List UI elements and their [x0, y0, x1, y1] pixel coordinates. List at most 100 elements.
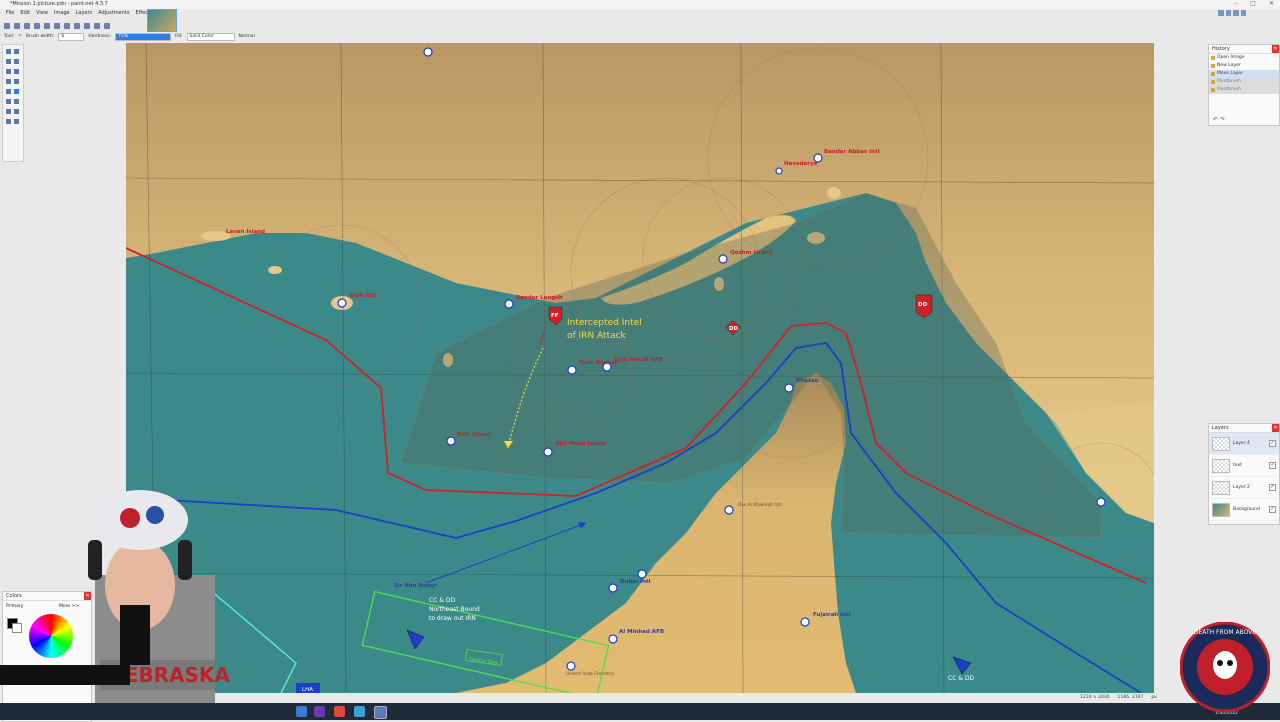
history-item[interactable]: New Layer [1209, 62, 1279, 70]
dd-label-1: DD [729, 326, 739, 332]
paintbrush-icon[interactable]: ✎ [18, 34, 22, 39]
explorer-icon[interactable] [354, 706, 365, 717]
menu-file[interactable]: File [6, 10, 14, 20]
open-icon[interactable] [14, 23, 20, 29]
history-undo-redo: ↶ ↷ [1213, 116, 1225, 123]
cut-icon[interactable] [44, 23, 50, 29]
open-image-icon [1211, 56, 1215, 60]
ff-label: FF [551, 313, 559, 319]
menu-adjustments[interactable]: Adjustments [98, 10, 129, 20]
visibility-checkbox[interactable]: ✓ [1269, 462, 1276, 469]
tools-toggle-icon[interactable] [1218, 10, 1224, 16]
visibility-checkbox[interactable]: ✓ [1269, 506, 1276, 513]
menu-view[interactable]: View [36, 10, 48, 20]
visibility-checkbox[interactable]: ✓ [1269, 484, 1276, 491]
windows-start-icon[interactable] [296, 706, 307, 717]
copy-icon[interactable] [54, 23, 60, 29]
layer-thumbnail [1212, 481, 1230, 495]
gradient-icon[interactable] [14, 79, 19, 84]
layers-header: Layers ✕ [1209, 424, 1279, 433]
paint-bucket-icon[interactable] [6, 79, 11, 84]
headphones-right [178, 540, 192, 580]
history-item[interactable]: Move Layer [1209, 70, 1279, 78]
history-item-label: Paintbrush [1217, 79, 1241, 84]
clone-stamp-icon[interactable] [14, 99, 19, 104]
layer-row[interactable]: Layer 4 ✓ [1209, 433, 1279, 455]
kish-label: Kish Intl [350, 293, 376, 299]
history-item[interactable]: Open Image [1209, 54, 1279, 62]
eraser-icon[interactable] [6, 89, 11, 94]
menu-layers[interactable]: Layers [76, 10, 93, 20]
menu-edit[interactable]: Edit [20, 10, 30, 20]
cc-dd-line-1: CC & DD [429, 597, 455, 604]
image-tab-thumbnail[interactable] [147, 9, 177, 32]
minimize-button[interactable]: – [1234, 0, 1237, 9]
move-icon[interactable] [14, 49, 19, 54]
paintbrush-tool-icon[interactable] [14, 89, 19, 94]
grid-icon[interactable] [104, 23, 110, 29]
text-icon[interactable] [14, 109, 19, 114]
units-select[interactable]: px [1151, 695, 1157, 703]
undo-icon[interactable] [84, 23, 90, 29]
new-icon[interactable] [4, 23, 10, 29]
move-selection-icon[interactable] [6, 49, 11, 54]
brush-width-field[interactable]: 6 [58, 32, 85, 41]
layer-row[interactable]: Background ✓ [1209, 499, 1279, 521]
layer-row[interactable]: text ✓ [1209, 455, 1279, 477]
havadarya-label: Havadarya [784, 161, 818, 167]
close-window-button[interactable]: ✕ [1269, 0, 1274, 9]
move-layer-icon [1211, 72, 1215, 76]
maximize-button[interactable]: □ [1250, 0, 1256, 9]
layers-toggle-icon[interactable] [1233, 10, 1239, 16]
history-item-label: New Layer [1217, 63, 1241, 68]
recolor-icon[interactable] [6, 109, 11, 114]
pan-icon[interactable] [14, 69, 19, 74]
window-controls: – □ ✕ [1234, 0, 1274, 9]
qeshm-label: Qeshm Island [730, 250, 772, 256]
shapes-icon[interactable] [14, 119, 19, 124]
history-toggle-icon[interactable] [1225, 10, 1231, 16]
obs-icon[interactable] [314, 706, 325, 717]
line-icon[interactable] [6, 119, 11, 124]
tunb-afb-label: Tunb Island AFB [613, 357, 663, 363]
history-header: History ✕ [1209, 45, 1279, 54]
undo-icon[interactable]: ↶ [1213, 116, 1218, 123]
menu-image[interactable]: Image [54, 10, 70, 20]
zoom-icon[interactable] [6, 69, 11, 74]
layer-thumbnail [1212, 503, 1230, 517]
chrome-icon[interactable] [334, 706, 345, 717]
pencil-icon[interactable] [6, 99, 11, 104]
ras-al-khaimah-label: Ras Al Khaimah Intl [738, 502, 782, 508]
lasso-icon[interactable] [6, 59, 11, 64]
history-item-label: Open Image [1217, 55, 1245, 60]
layer-name: Layer 4 [1233, 441, 1250, 446]
lha-label: LHA [302, 687, 313, 693]
hardness-slider[interactable]: 75% [115, 32, 171, 41]
history-item[interactable]: Paintbrush [1209, 86, 1279, 94]
colors-toggle-icon[interactable] [1240, 10, 1246, 16]
close-icon[interactable]: ✕ [1272, 45, 1279, 53]
paintnet-taskbar-icon[interactable] [374, 706, 387, 719]
fill-label: Fill: [175, 34, 183, 39]
intel-line-1: Intercepted Intel [567, 318, 642, 328]
print-icon[interactable] [34, 23, 40, 29]
skull-icon [1213, 651, 1237, 679]
save-icon[interactable] [24, 23, 30, 29]
layer-name: Background [1233, 507, 1260, 512]
magic-wand-icon[interactable] [14, 59, 19, 64]
cap [92, 490, 188, 550]
fujairah-label: Fujairah Intl [813, 612, 851, 618]
redo-icon[interactable] [94, 23, 100, 29]
crop-icon[interactable] [74, 23, 80, 29]
new-layer-icon [1211, 64, 1215, 68]
history-panel: History ✕ Open Image New Layer Move Laye… [1208, 44, 1280, 126]
history-item[interactable]: Paintbrush [1209, 78, 1279, 86]
visibility-checkbox[interactable]: ✓ [1269, 440, 1276, 447]
fill-select[interactable]: Solid Color [186, 32, 235, 41]
close-icon[interactable]: ✕ [1272, 424, 1279, 432]
redo-icon[interactable]: ↷ [1220, 116, 1225, 123]
blend-mode-select[interactable]: Normal [239, 34, 255, 39]
paste-icon[interactable] [64, 23, 70, 29]
history-item-label: Paintbrush [1217, 87, 1241, 92]
layer-row[interactable]: Layer 2 ✓ [1209, 477, 1279, 499]
